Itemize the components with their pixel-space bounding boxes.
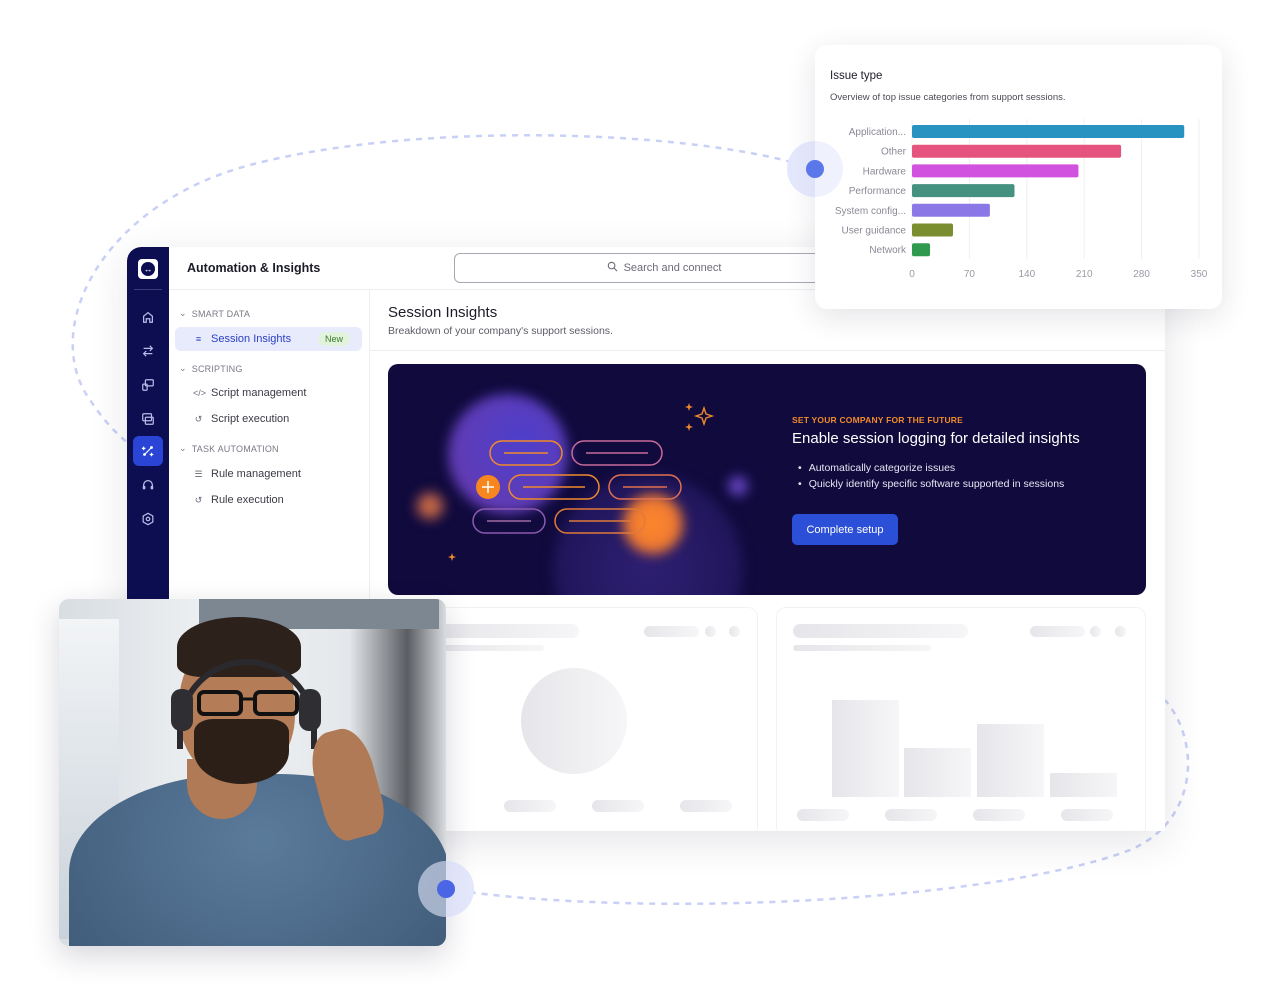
app-title: Automation & Insights xyxy=(187,261,321,275)
promo-bullet-list: Automatically categorize issues Quickly … xyxy=(798,460,1065,492)
issue-type-chart: 0 70 140 210 280 350 Application... Other Hardwa… xyxy=(835,119,1208,280)
chevron-down-icon: ⌄ xyxy=(179,443,187,453)
skeleton-line xyxy=(1030,626,1085,637)
promo-title: Enable session logging for detailed insi… xyxy=(792,430,1080,447)
category-label: Performance xyxy=(849,186,907,197)
photo-earcup xyxy=(171,689,193,731)
skeleton-dot xyxy=(705,626,716,637)
skeleton-bar xyxy=(832,700,899,797)
skeleton-dot xyxy=(1115,626,1126,637)
main-content: Session Insights Breakdown of your compa… xyxy=(370,290,1165,831)
search-placeholder: Search and connect xyxy=(623,262,722,274)
workflow-illustration xyxy=(448,403,715,561)
bar-network[interactable] xyxy=(912,243,931,257)
x-tick-label: 140 xyxy=(1018,269,1035,280)
bar-hardware[interactable] xyxy=(912,164,1079,178)
history-icon: ↺ xyxy=(194,413,203,424)
skeleton-card-bars xyxy=(776,607,1146,831)
search-input[interactable]: Search and connect xyxy=(454,253,874,283)
issue-type-card: Issue type Overview of top issue categor… xyxy=(815,45,1222,309)
skeleton-line xyxy=(1061,809,1113,821)
nav-item-script-execution[interactable]: ↺ Script execution xyxy=(175,407,362,431)
skeleton-bar xyxy=(977,724,1044,797)
skeleton-line xyxy=(592,800,644,812)
page-title: Session Insights xyxy=(388,304,498,321)
history-icon: ↺ xyxy=(194,494,203,505)
skeleton-line xyxy=(797,809,849,821)
skeleton-line xyxy=(885,809,937,821)
category-label: Network xyxy=(869,245,907,256)
x-tick-label: 0 xyxy=(909,269,915,280)
promo-eyebrow: SET YOUR COMPANY FOR THE FUTURE xyxy=(792,415,964,425)
chevron-down-icon: ⌄ xyxy=(179,308,187,318)
skeleton-line xyxy=(429,645,544,651)
bar-user-guidance[interactable] xyxy=(912,223,953,237)
remote-device-icon[interactable] xyxy=(133,370,163,400)
skeleton-line xyxy=(793,645,931,651)
photo-earcup xyxy=(299,689,321,731)
rail-divider xyxy=(134,289,162,290)
skeleton-bar xyxy=(904,748,971,797)
photo-person-shirt xyxy=(69,774,446,946)
home-icon[interactable] xyxy=(133,302,163,332)
x-tick-label: 280 xyxy=(1133,269,1150,280)
x-tick-label: 210 xyxy=(1076,269,1093,280)
insights-icon: ≡ xyxy=(195,334,202,344)
skeleton-line xyxy=(680,800,732,812)
support-agent-photo xyxy=(59,599,446,946)
skeleton-line xyxy=(644,626,699,637)
promo-banner: SET YOUR COMPANY FOR THE FUTURE Enable s… xyxy=(388,364,1146,595)
category-label: User guidance xyxy=(842,226,907,237)
nav-item-rule-management[interactable]: ☰ Rule management xyxy=(175,462,362,486)
nav-section-smart-data[interactable]: ⌄ SMART DATA xyxy=(179,308,250,319)
complete-setup-button[interactable]: Complete setup xyxy=(792,514,898,545)
skeleton-line xyxy=(973,809,1025,821)
category-label: Other xyxy=(881,147,907,158)
promo-bullet: Automatically categorize issues xyxy=(798,460,1064,476)
skeleton-pie xyxy=(521,668,627,774)
bar-system-config[interactable] xyxy=(912,203,990,217)
checklist-icon: ☰ xyxy=(194,468,203,479)
search-icon xyxy=(607,261,618,275)
skeleton-dot xyxy=(1090,626,1101,637)
page-subtitle: Breakdown of your company's support sess… xyxy=(388,325,613,337)
skeleton-line xyxy=(429,624,579,638)
category-label: Application... xyxy=(849,127,906,138)
x-tick-label: 350 xyxy=(1191,269,1208,280)
bar-other[interactable] xyxy=(912,144,1122,158)
bar-performance[interactable] xyxy=(912,184,1015,198)
chevron-down-icon: ⌄ xyxy=(179,363,187,373)
nav-item-session-insights[interactable]: ≡ Session Insights New xyxy=(175,327,362,351)
headset-support-icon[interactable] xyxy=(133,470,163,500)
category-label: System config... xyxy=(835,206,906,217)
settings-shield-icon[interactable] xyxy=(133,504,163,534)
transfer-icon[interactable] xyxy=(133,336,163,366)
bar-application[interactable] xyxy=(912,125,1185,138)
nav-section-task-automation[interactable]: ⌄ TASK AUTOMATION xyxy=(179,443,279,454)
nav-item-script-management[interactable]: </> Script management xyxy=(175,381,362,405)
app-logo-icon[interactable]: ↔ xyxy=(138,259,158,279)
screen-share-icon[interactable] xyxy=(133,404,163,434)
nav-item-rule-execution[interactable]: ↺ Rule execution xyxy=(175,488,362,512)
skeleton-line xyxy=(793,624,968,638)
content-divider xyxy=(370,350,1165,351)
x-tick-label: 70 xyxy=(964,269,976,280)
skeleton-bar xyxy=(1050,773,1117,797)
code-icon: </> xyxy=(193,388,207,398)
skeleton-line xyxy=(504,800,556,812)
nav-section-scripting[interactable]: ⌄ SCRIPTING xyxy=(179,363,243,374)
automation-icon[interactable] xyxy=(133,436,163,466)
category-label: Hardware xyxy=(863,166,907,177)
promo-bullet: Quickly identify specific software suppo… xyxy=(798,476,1065,492)
skeleton-dot xyxy=(729,626,740,637)
new-badge: New xyxy=(317,332,350,346)
